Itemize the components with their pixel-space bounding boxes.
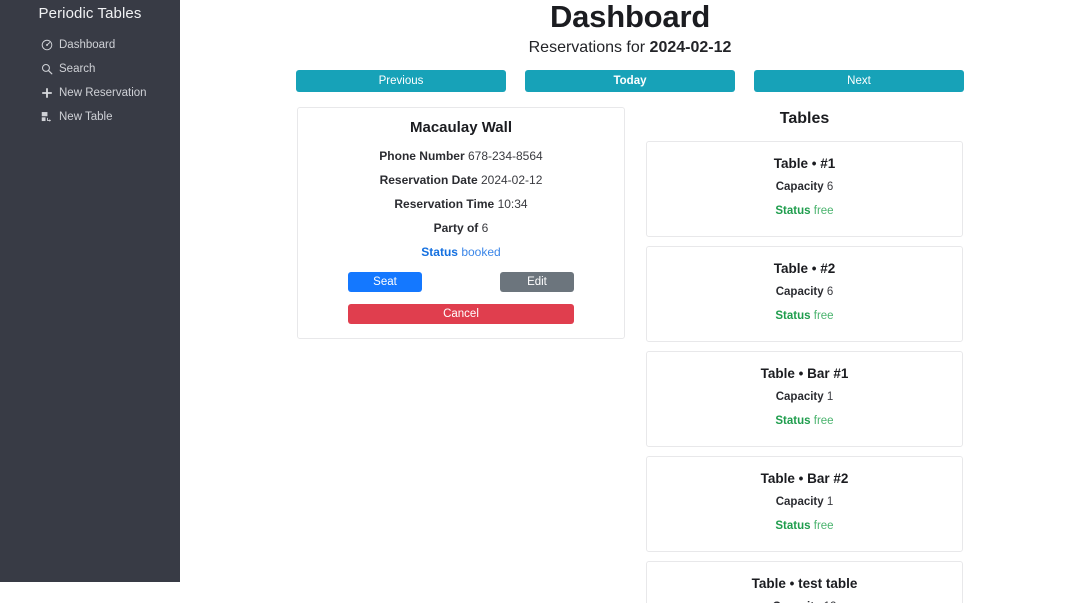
- reservation-time-row: Reservation Time 10:34: [348, 192, 574, 216]
- page-title: Dashboard: [549, 0, 711, 34]
- reservation-guest-name: Macaulay Wall: [410, 119, 512, 136]
- table-status-row: Status free: [657, 412, 952, 431]
- table-capacity-value: 1: [826, 391, 834, 403]
- table-capacity-label: Capacity: [775, 286, 824, 298]
- reservation-phone-label: Phone Number: [379, 149, 465, 163]
- reservation-status-label: Status: [421, 245, 458, 259]
- reservations-column: Macaulay Wall Phone Number 678-234-8564 …: [181, 107, 625, 603]
- table-card[interactable]: Table • #2 Capacity 6 Status free: [645, 246, 963, 342]
- table-status-row: Status free: [657, 202, 952, 221]
- table-capacity-label: Capacity: [775, 496, 824, 508]
- reservation-date-row: Reservation Date 2024-02-12: [348, 168, 574, 192]
- table-capacity-label: Capacity: [775, 391, 824, 403]
- reservation-party-value: 6: [481, 221, 489, 235]
- table-status-label: Status: [775, 205, 811, 217]
- table-capacity-row: Capacity 1: [657, 493, 952, 512]
- reservation-date-value: 2024-02-12: [480, 173, 543, 187]
- reservation-status-row: Status booked: [348, 240, 574, 264]
- sidebar: Periodic Tables Dashboard Search New Res…: [0, 0, 180, 582]
- today-button[interactable]: Today: [525, 70, 735, 92]
- table-status-value: free: [813, 415, 834, 427]
- next-day-button[interactable]: Next: [754, 70, 964, 92]
- tables-heading: Tables: [779, 110, 830, 127]
- sidebar-item-new-reservation[interactable]: New Reservation: [0, 81, 180, 105]
- table-status-value: free: [813, 310, 834, 322]
- sidebar-nav: Dashboard Search New Reservation New Tab…: [0, 33, 180, 129]
- dashboard-circle-icon: [41, 39, 53, 51]
- reservation-status-value: booked: [461, 245, 501, 259]
- table-card[interactable]: Table • Bar #2 Capacity 1 Status free: [645, 456, 963, 552]
- sidebar-item-dashboard[interactable]: Dashboard: [0, 33, 180, 57]
- previous-day-button[interactable]: Previous: [296, 70, 506, 92]
- layers-add-icon: [41, 111, 53, 123]
- cancel-reservation-button[interactable]: Cancel: [348, 304, 574, 324]
- table-title: Table • Bar #2: [760, 471, 849, 486]
- table-card[interactable]: Table • test table Capacity 12 Status fr…: [645, 561, 963, 603]
- table-status-label: Status: [775, 415, 811, 427]
- reservation-phone-value: 678-234-8564: [467, 149, 543, 163]
- reservation-date-label: Reservation Date: [379, 173, 478, 187]
- reservation-phone-row: Phone Number 678-234-8564: [348, 144, 574, 168]
- plus-icon: [41, 87, 53, 99]
- date-navigation: Previous Today Next: [296, 70, 964, 92]
- dashboard-page: Periodic Tables Dashboard Search New Res…: [0, 0, 1080, 603]
- reservation-card: Macaulay Wall Phone Number 678-234-8564 …: [297, 107, 625, 339]
- table-capacity-row: Capacity 6: [657, 178, 952, 197]
- sidebar-item-label: Search: [59, 63, 96, 75]
- seat-button[interactable]: Seat: [348, 272, 422, 292]
- reservation-actions: Seat Edit: [348, 272, 574, 292]
- edit-button[interactable]: Edit: [499, 272, 574, 292]
- table-status-row: Status free: [657, 517, 952, 536]
- sidebar-item-new-table[interactable]: New Table: [0, 105, 180, 129]
- app-brand-title: Periodic Tables: [38, 5, 142, 22]
- page-subtitle-prefix: Reservations for: [528, 39, 650, 56]
- page-subtitle-date: 2024-02-12: [649, 39, 732, 56]
- table-capacity-row: Capacity 6: [657, 283, 952, 302]
- reservation-party-label: Party of: [433, 221, 479, 235]
- table-card[interactable]: Table • Bar #1 Capacity 1 Status free: [645, 351, 963, 447]
- table-capacity-label: Capacity: [775, 181, 824, 193]
- reservation-time-label: Reservation Time: [394, 197, 495, 211]
- table-capacity-row: Capacity 1: [657, 388, 952, 407]
- table-status-row: Status free: [657, 307, 952, 326]
- sidebar-item-label: Dashboard: [59, 39, 116, 51]
- table-title: Table • #1: [773, 156, 836, 171]
- table-capacity-row: Capacity 12: [657, 598, 952, 603]
- main-content: Dashboard Reservations for 2024-02-12 Pr…: [180, 0, 1080, 603]
- table-card[interactable]: Table • #1 Capacity 6 Status free: [645, 141, 963, 237]
- sidebar-item-label: New Table: [59, 111, 113, 123]
- tables-column: Tables Table • #1 Capacity 6 Status free…: [625, 107, 1079, 603]
- reservation-party-row: Party of 6: [348, 216, 574, 240]
- table-status-label: Status: [775, 520, 811, 532]
- table-capacity-value: 1: [826, 496, 834, 508]
- table-capacity-value: 6: [826, 181, 834, 193]
- content-columns: Macaulay Wall Phone Number 678-234-8564 …: [180, 107, 1080, 603]
- table-capacity-value: 6: [826, 286, 834, 298]
- sidebar-item-label: New Reservation: [59, 87, 147, 99]
- page-subtitle: Reservations for 2024-02-12: [180, 38, 1080, 58]
- reservation-time-value: 10:34: [497, 197, 528, 211]
- table-title: Table • test table: [751, 576, 858, 591]
- table-title: Table • #2: [773, 261, 836, 276]
- table-status-value: free: [813, 205, 834, 217]
- sidebar-item-search[interactable]: Search: [0, 57, 180, 81]
- table-status-value: free: [813, 520, 834, 532]
- search-icon: [41, 63, 53, 75]
- table-status-label: Status: [775, 310, 811, 322]
- table-title: Table • Bar #1: [760, 366, 849, 381]
